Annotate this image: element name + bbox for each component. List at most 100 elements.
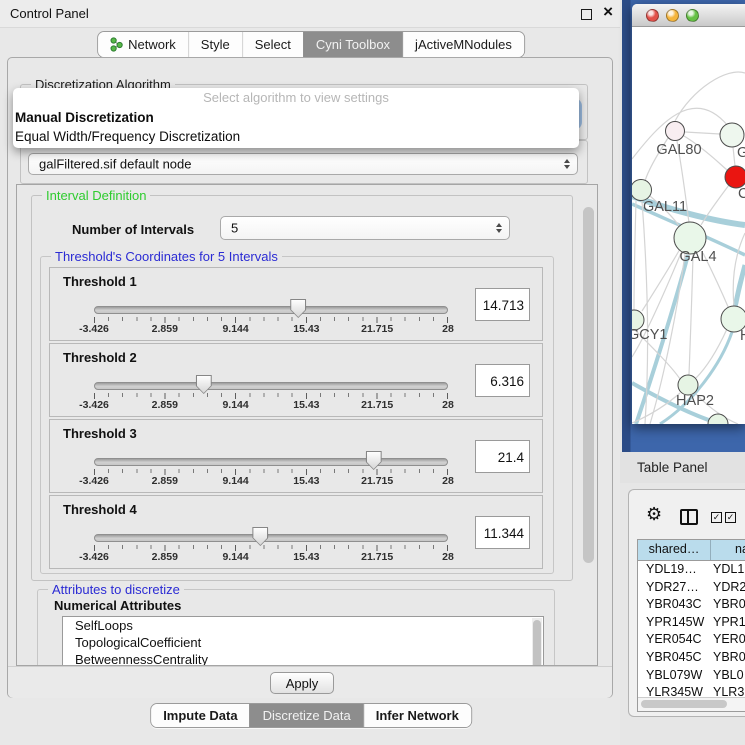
- stepper-arrows-icon[interactable]: [564, 159, 570, 169]
- slider-track[interactable]: [94, 458, 448, 466]
- cyni-toolbox-content: Discretization Algorithm Table Data galF…: [7, 57, 613, 698]
- threshold-value-field[interactable]: 6.316: [475, 364, 530, 397]
- network-edge[interactable]: [689, 254, 693, 375]
- network-edge[interactable]: [733, 147, 735, 166]
- network-window: GAL80GALCGAL11GAL4GCY1HHAP2: [632, 4, 745, 424]
- network-edge[interactable]: [634, 201, 636, 310]
- tab-infer-network[interactable]: Infer Network: [363, 704, 471, 727]
- cell-name[interactable]: YBR0: [711, 596, 745, 614]
- vertical-scrollbar[interactable]: [583, 189, 595, 661]
- cell-shared-name[interactable]: YER054C: [638, 631, 711, 649]
- interval-definition-group: Interval Definition Number of Intervals …: [31, 195, 573, 581]
- network-edge[interactable]: [685, 132, 720, 134]
- cell-shared-name[interactable]: YBR043C: [638, 596, 711, 614]
- slider-track[interactable]: [94, 382, 448, 390]
- network-node-gal11[interactable]: [632, 180, 652, 201]
- slider-thumb[interactable]: [366, 451, 382, 470]
- tab-style[interactable]: Style: [188, 32, 242, 57]
- cell-name[interactable]: YDL1: [711, 561, 745, 579]
- table-row[interactable]: YDR27…YDR2: [638, 579, 745, 597]
- threshold-value-field[interactable]: 14.713: [475, 288, 530, 321]
- checkbox-icon[interactable]: [725, 512, 736, 523]
- tab-impute-data[interactable]: Impute Data: [151, 704, 249, 727]
- table-row[interactable]: YER054CYER0: [638, 631, 745, 649]
- table-row[interactable]: YDL19…YDL1: [638, 561, 745, 579]
- horizontal-scrollbar[interactable]: [638, 697, 745, 711]
- slider-thumb[interactable]: [196, 375, 212, 394]
- tab-jactivemnodules[interactable]: jActiveMNodules: [402, 32, 524, 57]
- threshold-value-field[interactable]: 11.344: [475, 516, 530, 549]
- table-data-combobox[interactable]: galFiltered.sif default node: [28, 153, 578, 175]
- tick-label: 9.144: [222, 475, 248, 487]
- network-node[interactable]: [708, 414, 728, 424]
- maximize-traffic-light-icon[interactable]: [686, 9, 699, 22]
- scrollbar-thumb[interactable]: [641, 700, 727, 708]
- threshold-label: Threshold 4: [63, 502, 137, 517]
- table-row[interactable]: YBR043CYBR0: [638, 596, 745, 614]
- tick-label: 28: [442, 475, 454, 487]
- scrollbar-thumb[interactable]: [583, 207, 594, 563]
- table-row[interactable]: YBL079WYBL0: [638, 667, 745, 685]
- cell-shared-name[interactable]: YDL19…: [638, 561, 711, 579]
- threshold-value-field[interactable]: 21.4: [475, 440, 530, 473]
- table-row[interactable]: YBR045CYBR0: [638, 649, 745, 667]
- cell-shared-name[interactable]: YDR27…: [638, 579, 711, 597]
- slider-track[interactable]: [94, 534, 448, 542]
- list-item-topologicalcoefficient[interactable]: TopologicalCoefficient: [63, 634, 543, 651]
- close-icon[interactable]: ×: [603, 2, 613, 22]
- list-scrollbar[interactable]: [532, 618, 542, 666]
- column-header-shared-name[interactable]: shared…: [638, 540, 711, 560]
- attributes-listbox[interactable]: SelfLoopsTopologicalCoefficientBetweenne…: [62, 616, 544, 666]
- close-traffic-light-icon[interactable]: [646, 9, 659, 22]
- cell-name[interactable]: YPR1: [711, 614, 745, 632]
- table-row[interactable]: YPR145WYPR1: [638, 614, 745, 632]
- network-node-gal[interactable]: [720, 123, 744, 147]
- list-item-betweennesscentrality[interactable]: BetweennessCentrality: [63, 651, 543, 666]
- slider-thumb[interactable]: [290, 299, 306, 318]
- threshold-slider[interactable]: -3.4262.8599.14415.4321.71528: [94, 306, 448, 338]
- tick-label: -3.426: [79, 323, 109, 335]
- tab-cyni-toolbox[interactable]: Cyni Toolbox: [303, 32, 402, 57]
- network-edge[interactable]: [675, 72, 745, 121]
- threshold-label: Threshold 1: [63, 274, 137, 289]
- minimize-traffic-light-icon[interactable]: [666, 9, 679, 22]
- cell-name[interactable]: YBR0: [711, 649, 745, 667]
- column-header-name[interactable]: na: [711, 540, 745, 560]
- apply-button[interactable]: Apply: [270, 672, 334, 694]
- popup-item-manual-discretization[interactable]: Manual Discretization: [13, 108, 579, 127]
- tab-label: Cyni Toolbox: [316, 32, 390, 57]
- threshold-slider[interactable]: -3.4262.8599.14415.4321.71528: [94, 458, 448, 490]
- network-node-hap2[interactable]: [678, 375, 698, 395]
- cell-name[interactable]: YBL0: [711, 667, 745, 685]
- right-panel: GAL80GALCGAL11GAL4GCY1HHAP2 Table Panel …: [620, 0, 745, 745]
- split-view-icon[interactable]: [680, 509, 698, 525]
- network-view[interactable]: GAL80GALCGAL11GAL4GCY1HHAP2: [632, 27, 745, 424]
- number-of-intervals-combobox[interactable]: 5: [220, 216, 510, 240]
- network-node-c[interactable]: [725, 166, 745, 188]
- network-window-titlebar[interactable]: [632, 4, 745, 27]
- cell-name[interactable]: YER0: [711, 631, 745, 649]
- cell-shared-name[interactable]: YPR145W: [638, 614, 711, 632]
- combobox-value: galFiltered.sif default node: [39, 157, 191, 172]
- slider-thumb[interactable]: [252, 527, 268, 546]
- float-window-icon[interactable]: [581, 9, 592, 20]
- popup-item-equal-width-frequency-discretization[interactable]: Equal Width/Frequency Discretization: [13, 127, 579, 146]
- stepper-arrows-icon[interactable]: [496, 223, 502, 233]
- threshold-panel: Threshold 1 -3.4262.8599.14415.4321.7152…: [49, 267, 543, 341]
- slider-track[interactable]: [94, 306, 448, 314]
- tab-discretize-data[interactable]: Discretize Data: [250, 704, 363, 727]
- list-item-selfloops[interactable]: SelfLoops: [63, 617, 543, 634]
- popup-placeholder-item[interactable]: Select algorithm to view settings: [13, 88, 579, 108]
- threshold-slider[interactable]: -3.4262.8599.14415.4321.71528: [94, 534, 448, 566]
- network-node-gal80[interactable]: [666, 122, 685, 141]
- checkbox-icon[interactable]: [711, 512, 722, 523]
- cell-shared-name[interactable]: YBR045C: [638, 649, 711, 667]
- network-edge-highlighted[interactable]: [735, 265, 745, 307]
- threshold-slider[interactable]: -3.4262.8599.14415.4321.71528: [94, 382, 448, 414]
- cell-name[interactable]: YDR2: [711, 579, 745, 597]
- tab-select[interactable]: Select: [242, 32, 303, 57]
- gear-icon[interactable]: ⚙: [646, 505, 662, 523]
- group-title: Attributes to discretize: [48, 582, 184, 597]
- tab-network[interactable]: Network: [98, 32, 188, 57]
- cell-shared-name[interactable]: YBL079W: [638, 667, 711, 685]
